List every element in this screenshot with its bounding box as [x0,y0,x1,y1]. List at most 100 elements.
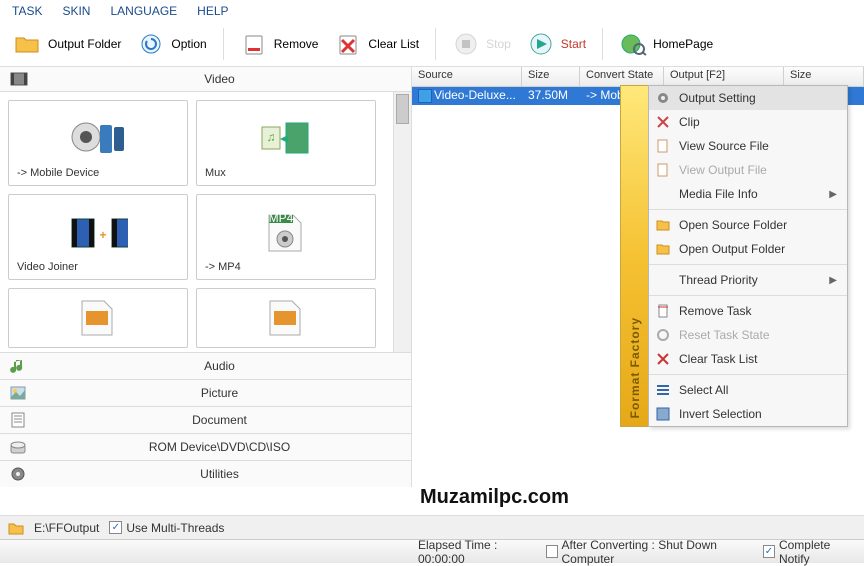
complete-notify-label: Complete Notify [779,538,856,566]
tile-label: Video Joiner [17,261,78,273]
file-icon [655,138,671,154]
clear-list-label: Clear List [368,37,419,51]
tile-extra-2[interactable] [196,288,376,348]
complete-notify-checkbox[interactable]: ✓ Complete Notify [763,538,856,566]
svg-text:♫: ♫ [267,130,276,144]
context-menu-brand-strip: Format Factory [620,85,648,427]
disc-drive-icon [10,439,30,455]
category-label: Utilities [38,467,401,481]
mux-icon: ♫ [256,115,316,163]
list-header: Source Size Convert State Output [F2] Si… [412,67,864,87]
multi-threads-checkbox[interactable]: ✓ Use Multi-Threads [109,521,224,535]
file-icon [655,162,671,178]
context-menu-item-label: Select All [679,383,728,397]
context-menu-wrap: Format Factory Output Setting ClipView So… [620,85,848,427]
context-menu-item-label: Remove Task [679,304,751,318]
context-menu-item[interactable]: Invert Selection [649,402,847,426]
context-menu-item[interactable]: Open Source Folder [649,213,847,237]
clear-list-button[interactable]: Clear List [328,26,425,62]
reset-icon [655,327,671,343]
context-menu-item-label: Output Setting [679,91,756,105]
tile-mux[interactable]: ♫ Mux [196,100,376,186]
gear-icon [10,466,30,482]
context-menu-item[interactable]: Thread Priority▶ [649,268,847,292]
output-folder-label: Output Folder [48,37,121,51]
context-menu-item-label: Media File Info [679,187,758,201]
file-icon [256,295,316,341]
cell-size: 37.50M [522,87,580,105]
context-menu-item[interactable]: Media File Info ▶ [649,182,847,206]
main-area: Video -> Mobile Device ♫ Mux [0,67,864,487]
remove-button[interactable]: Remove [234,26,325,62]
scissors-icon [655,114,671,130]
context-menu-item: Reset Task State [649,323,847,347]
shutdown-checkbox[interactable]: After Converting : Shut Down Computer [546,538,753,566]
output-path-label[interactable]: E:\FFOutput [34,521,99,535]
tile-label: -> Mobile Device [17,167,99,179]
col-state[interactable]: Convert State [580,67,664,86]
col-output[interactable]: Output [F2] [664,67,784,86]
homepage-label: HomePage [653,37,713,51]
homepage-button[interactable]: HomePage [613,26,719,62]
document-icon [10,412,30,428]
toolbar-separator [435,28,436,60]
col-source[interactable]: Source [412,67,522,86]
remove-icon [240,30,268,58]
context-menu-item[interactable]: Clip [649,110,847,134]
category-rom[interactable]: ROM Device\DVD\CD\ISO [0,433,411,460]
context-menu-item[interactable]: Remove Task [649,299,847,323]
video-joiner-icon: + [68,209,128,257]
submenu-arrow-icon: ▶ [829,189,837,200]
tile-video-joiner[interactable]: + Video Joiner [8,194,188,280]
right-panel: Source Size Convert State Output [F2] Si… [412,67,864,487]
globe-icon [619,30,647,58]
tile-label: Mux [205,167,226,179]
remove-label: Remove [274,37,319,51]
tile-extra-1[interactable] [8,288,188,348]
category-picture[interactable]: Picture [0,379,411,406]
tile-mp4[interactable]: MP4 -> MP4 [196,194,376,280]
menu-help[interactable]: HELP [197,4,228,18]
blank-icon [655,186,671,202]
category-audio[interactable]: Audio [0,352,411,379]
context-menu-item[interactable]: Output Setting [649,86,847,110]
category-label: Video [38,72,401,86]
trash-icon [655,303,671,319]
clear-list-icon [334,30,362,58]
checkbox-icon: ✓ [109,521,122,534]
col-size2[interactable]: Size [784,67,864,86]
menu-task[interactable]: TASK [12,4,42,18]
option-icon [137,30,165,58]
cell-source: Video-Deluxe... [412,87,522,105]
start-button[interactable]: Start [521,26,592,62]
col-size[interactable]: Size [522,67,580,86]
context-menu-item[interactable]: Select All [649,378,847,402]
context-menu-item-label: View Output File [679,163,767,177]
context-menu-item[interactable]: View Source File [649,134,847,158]
video-file-icon [418,89,432,103]
start-icon [527,30,555,58]
submenu-arrow-icon: ▶ [829,275,837,286]
context-menu-item[interactable]: Open Output Folder [649,237,847,261]
context-menu-item-label: Open Output Folder [679,242,785,256]
category-header-video[interactable]: Video [0,67,411,92]
checkbox-icon [546,545,558,558]
context-menu-item-label: Reset Task State [679,328,770,342]
context-menu-separator [649,209,847,210]
tiles-grid: -> Mobile Device ♫ Mux + Video Joiner [0,92,393,352]
output-folder-button[interactable]: Output Folder [8,26,127,62]
context-menu-item: View Output File [649,158,847,182]
stop-button[interactable]: Stop [446,26,517,62]
category-utilities[interactable]: Utilities [0,460,411,487]
menu-skin[interactable]: SKIN [62,4,90,18]
tile-mobile-device[interactable]: -> Mobile Device [8,100,188,186]
stop-label: Stop [486,37,511,51]
mobile-device-icon [68,115,128,163]
menu-language[interactable]: LANGUAGE [110,4,177,18]
category-document[interactable]: Document [0,406,411,433]
tiles-scrollbar[interactable] [393,92,411,352]
file-icon [68,295,128,341]
stop-icon [452,30,480,58]
option-button[interactable]: Option [131,26,212,62]
context-menu-item[interactable]: Clear Task List [649,347,847,371]
